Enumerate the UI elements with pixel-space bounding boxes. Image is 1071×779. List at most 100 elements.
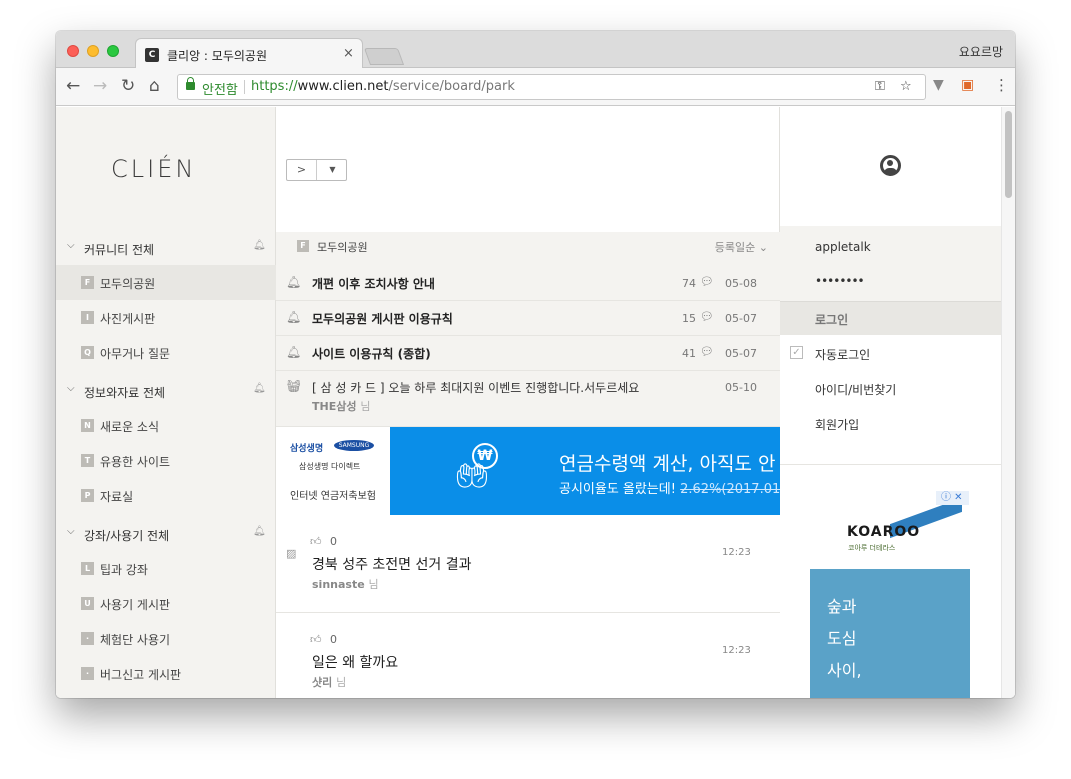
page-content: CLIÉN ⌵ 커뮤니티 전체 🔔︎ F 모두의공원 I 사진게시판 Q 아무거…: [56, 107, 1015, 698]
url-text[interactable]: https://www.clien.net/service/board/park: [251, 79, 515, 94]
notice-row[interactable]: 🔔︎ 개편 이후 조치사항 안내 74 💬︎ 05-08: [276, 266, 780, 301]
sponsored-post-title[interactable]: [ 삼 성 카 드 ] 오늘 하루 최대지원 이벤트 진행합니다.서두르세요: [312, 379, 639, 396]
sidebar-group-label: 커뮤니티 전체: [84, 243, 155, 257]
board-name[interactable]: 모두의공원: [317, 239, 368, 255]
sort-dropdown[interactable]: 등록일순 ⌄: [715, 239, 768, 255]
sidebar-item-bug-report[interactable]: · 버그신고 게시판: [56, 656, 276, 691]
browser-tab[interactable]: C 클리앙 : 모두의공원 ×: [135, 38, 363, 69]
bell-icon[interactable]: 🔔︎: [253, 240, 266, 251]
notice-title[interactable]: 개편 이후 조치사항 안내: [312, 275, 435, 292]
bell-icon: 🔔︎: [286, 345, 302, 359]
key-icon[interactable]: ⚿: [875, 79, 885, 94]
username-field[interactable]: appletalk: [815, 240, 871, 254]
board-badge: U: [81, 597, 94, 610]
notice-row[interactable]: 🔔︎ 모두의공원 게시판 이용규칙 15 💬︎ 05-07: [276, 301, 780, 336]
post-author[interactable]: THE삼성 님: [312, 398, 370, 414]
sidebar-item-news[interactable]: N 새로운 소식: [56, 408, 276, 443]
post-author[interactable]: sinnaste 님: [312, 576, 379, 592]
reload-icon[interactable]: ↻: [121, 76, 135, 96]
url-host: www.clien.net: [297, 79, 389, 94]
page-scrollbar[interactable]: [1001, 107, 1015, 698]
sidebar-item-label: 버그신고 게시판: [100, 668, 182, 682]
login-button[interactable]: 로그인: [780, 301, 1001, 335]
home-icon[interactable]: ⌂: [149, 76, 160, 96]
user-icon: [880, 155, 901, 176]
sidebar-group-info[interactable]: ⌵ 정보와자료 전체 🔔︎: [56, 374, 276, 408]
sidebar-group-lectures[interactable]: ⌵ 강좌/사용기 전체 🔔︎: [56, 517, 276, 551]
author-suffix: 님: [368, 578, 379, 591]
zoom-window-button[interactable]: [107, 45, 119, 57]
board-panel: > ▼ F 모두의공원 등록일순 ⌄ 🔔︎ 개편 이후 조치사항 안내 74 💬…: [276, 107, 799, 698]
banner-subline-text: 공시이율도 올랐는데!: [559, 482, 676, 497]
scrollbar-thumb[interactable]: [1005, 111, 1012, 198]
secure-label[interactable]: 안전함: [202, 79, 238, 98]
comment-icon: 💬︎: [700, 345, 714, 358]
list-item[interactable]: 👍︎ 0 일은 왜 할까요 샷리 님 12:23: [276, 613, 780, 698]
notice-title[interactable]: 모두의공원 게시판 이용규칙: [312, 310, 453, 327]
forward-icon[interactable]: →: [93, 76, 107, 96]
signup-link[interactable]: 회원가입: [815, 416, 859, 433]
thumbs-up-icon[interactable]: 👍︎: [310, 633, 322, 646]
post-author[interactable]: 샷리 님: [312, 674, 346, 690]
author-name: sinnaste: [312, 578, 365, 591]
sidebar-item-photo[interactable]: I 사진게시판: [56, 300, 276, 335]
close-window-button[interactable]: [67, 45, 79, 57]
sidebar-item-qna[interactable]: Q 아무거나 질문: [56, 335, 276, 370]
post-title[interactable]: 경북 성주 초전면 선거 결과: [312, 554, 471, 574]
sidebar-item-archive[interactable]: P 자료실: [56, 478, 276, 513]
dropdown-caret-icon[interactable]: ▼: [318, 160, 347, 180]
auto-login-checkbox[interactable]: ✓: [790, 346, 803, 359]
sidebar-item-experience[interactable]: · 체험단 사용기: [56, 621, 276, 656]
auto-login-label[interactable]: 자동로그인: [815, 346, 870, 363]
back-icon[interactable]: ←: [66, 76, 80, 96]
extension-v-icon[interactable]: ▼: [933, 77, 944, 93]
password-field[interactable]: ••••••••: [815, 274, 865, 288]
profile-name[interactable]: 요요르망: [959, 43, 1003, 60]
sidebar-item-useful-sites[interactable]: T 유용한 사이트: [56, 443, 276, 478]
adchoices-icon[interactable]: ⓘ ✕: [936, 491, 969, 505]
image-icon: ▨: [286, 547, 297, 560]
samsung-ad-banner[interactable]: 삼성생명 SAMSUNG 삼성생명 다이렉트 인터넷 연금저축보험 ₩ 🤲︎ 연…: [276, 427, 799, 515]
chevron-down-icon: ⌵: [67, 240, 75, 251]
ad-line: 사이,: [827, 661, 862, 680]
find-account-link[interactable]: 아이디/비번찾기: [815, 381, 896, 398]
bookmark-star-icon[interactable]: ☆: [900, 79, 912, 94]
new-tab-button[interactable]: [363, 48, 405, 65]
board-badge: ·: [81, 667, 94, 680]
notice-row[interactable]: 🔔︎ 사이트 이용규칙 (종합) 41 💬︎ 05-07: [276, 336, 780, 371]
board-badge: F: [297, 240, 309, 252]
notice-title[interactable]: 사이트 이용규칙 (종합): [312, 345, 431, 362]
chevron-right-icon[interactable]: >: [287, 160, 317, 180]
browser-menu-icon[interactable]: ⋮: [994, 76, 1009, 94]
sidebar-item-reviews[interactable]: U 사용기 게시판: [56, 586, 276, 621]
ad-body: 숲과 도심 사이,: [810, 569, 970, 698]
minimize-window-button[interactable]: [87, 45, 99, 57]
lock-icon: [186, 77, 195, 90]
board-badge: I: [81, 311, 94, 324]
author-suffix: 님: [336, 676, 347, 689]
tab-close-icon[interactable]: ×: [343, 46, 354, 61]
bell-icon[interactable]: 🔔︎: [253, 383, 266, 394]
sidebar-group-label: 강좌/사용기 전체: [84, 529, 170, 543]
extension-badge-icon[interactable]: ▣: [961, 77, 974, 93]
board-badge: N: [81, 419, 94, 432]
site-logo[interactable]: CLIÉN: [111, 155, 196, 183]
post-date: 05-07: [725, 347, 757, 360]
post-date: 05-08: [725, 277, 757, 290]
bell-icon[interactable]: 🔔︎: [253, 526, 266, 537]
post-title[interactable]: 일은 왜 할까요: [312, 652, 398, 672]
login-button-label: 로그인: [815, 313, 849, 327]
thumbs-up-icon[interactable]: 👍︎: [310, 535, 322, 548]
chevron-down-icon: ⌵: [67, 526, 75, 537]
sidebar-item-tips[interactable]: L 팁과 강좌: [56, 551, 276, 586]
like-count: 0: [330, 535, 337, 548]
koaroo-ad[interactable]: ⓘ ✕ KOAROO 코아루 더테라스 숲과 도심 사이,: [810, 491, 970, 698]
sidebar-group-community[interactable]: ⌵ 커뮤니티 전체 🔔︎: [56, 231, 276, 265]
address-bar[interactable]: 안전함 https://www.clien.net/service/board/…: [177, 74, 926, 100]
sidebar-item-park[interactable]: F 모두의공원: [56, 265, 276, 300]
sponsored-post-row[interactable]: 🧺︎ [ 삼 성 카 드 ] 오늘 하루 최대지원 이벤트 진행합니다.서두르세…: [276, 371, 780, 427]
ad-top: ⓘ ✕ KOAROO 코아루 더테라스: [810, 491, 970, 569]
list-item[interactable]: ▨ 👍︎ 0 경북 성주 초전면 선거 결과 sinnaste 님 12:23: [276, 515, 780, 613]
divider: [780, 464, 1001, 465]
ad-line: 도심: [827, 629, 857, 648]
